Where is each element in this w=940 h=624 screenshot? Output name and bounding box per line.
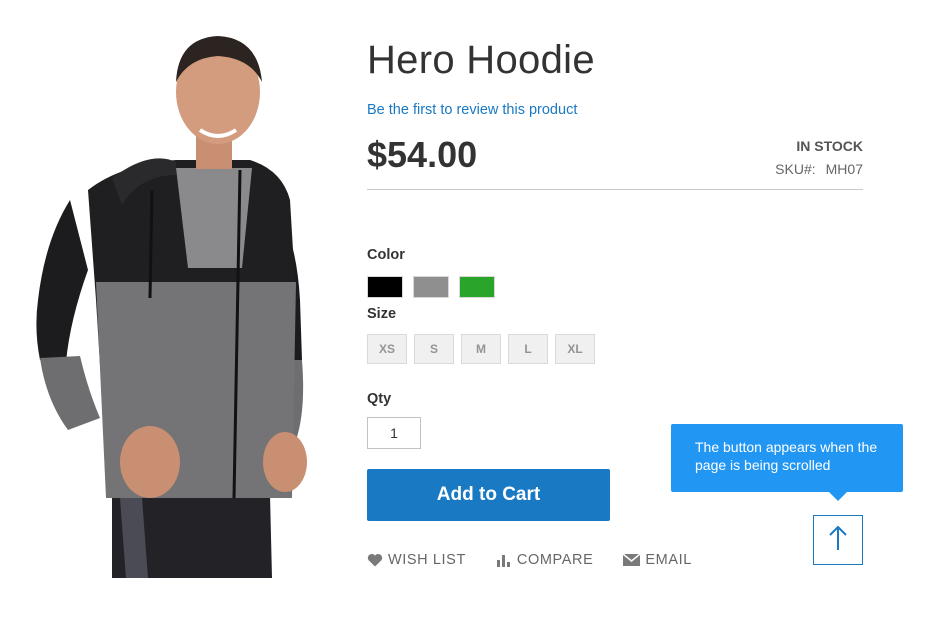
qty-label: Qty [367, 391, 392, 407]
size-option-xs[interactable]: XS [367, 334, 407, 364]
compare-label: COMPARE [516, 552, 594, 568]
divider [367, 189, 863, 190]
color-swatches [367, 276, 495, 298]
size-option-xl[interactable]: XL [555, 334, 595, 364]
email-label: EMAIL [645, 552, 692, 568]
color-swatch-black[interactable] [367, 276, 403, 298]
color-label: Color [367, 247, 405, 263]
wishlist-label: WISH LIST [388, 552, 466, 568]
size-option-m[interactable]: M [461, 334, 501, 364]
product-title: Hero Hoodie [367, 38, 595, 82]
sku-label: SKU#: [775, 161, 816, 177]
scroll-to-top-button[interactable] [813, 515, 863, 565]
product-image [0, 0, 340, 624]
size-label: Size [367, 306, 397, 322]
size-options: XS S M L XL [367, 334, 595, 364]
compare-link[interactable]: COMPARE [496, 552, 593, 568]
envelope-icon [623, 554, 641, 566]
sku-info: SKU#: MH07 [775, 161, 863, 177]
heart-icon [367, 553, 383, 567]
email-link[interactable]: EMAIL [623, 552, 692, 568]
product-price: $54.00 [367, 134, 478, 175]
color-swatch-green[interactable] [459, 276, 495, 298]
wishlist-link[interactable]: WISH LIST [367, 552, 466, 568]
add-to-cart-button[interactable]: Add to Cart [367, 469, 610, 521]
tooltip-line-2: page is being scrolled [695, 457, 831, 473]
color-swatch-gray[interactable] [413, 276, 449, 298]
arrow-up-icon [827, 524, 849, 557]
qty-input[interactable] [367, 417, 421, 449]
size-option-s[interactable]: S [414, 334, 454, 364]
bar-chart-icon [496, 553, 512, 567]
sku-value: MH07 [825, 161, 863, 177]
review-link[interactable]: Be the first to review this product [367, 102, 577, 118]
product-actions: WISH LIST COMPARE EMAIL [367, 552, 722, 568]
tooltip-line-1: The button appears when the [695, 439, 878, 455]
stock-status: IN STOCK [796, 138, 863, 154]
scroll-tooltip: The button appears when the page is bein… [671, 424, 903, 501]
size-option-l[interactable]: L [508, 334, 548, 364]
